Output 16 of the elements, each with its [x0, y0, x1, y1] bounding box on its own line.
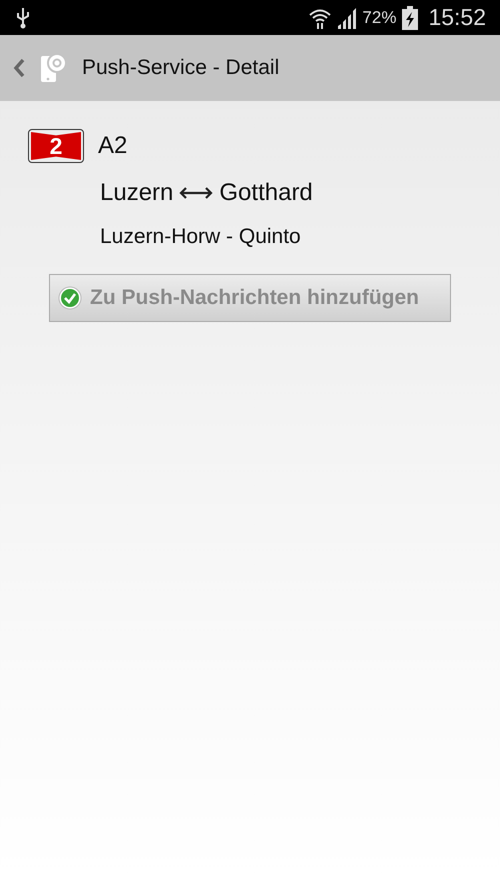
- motorway-badge: 2: [28, 129, 84, 163]
- check-icon: [58, 286, 82, 310]
- battery-charging-icon: [402, 6, 418, 30]
- two-way-arrow-icon: [179, 187, 214, 199]
- battery-level: 72%: [362, 8, 396, 28]
- route-from: Luzern: [100, 179, 174, 207]
- signal-icon: [336, 6, 358, 28]
- wifi-icon: [308, 6, 332, 28]
- road-name: A2: [98, 132, 128, 160]
- clock: 15:52: [428, 4, 486, 31]
- phone-pin-icon: [40, 53, 68, 83]
- usb-icon: [16, 6, 30, 28]
- back-icon[interactable]: [12, 57, 26, 79]
- road-section: Luzern-Horw - Quinto: [100, 225, 500, 249]
- screen-title: Push-Service - Detail: [82, 56, 280, 80]
- route-to: Gotthard: [219, 179, 313, 207]
